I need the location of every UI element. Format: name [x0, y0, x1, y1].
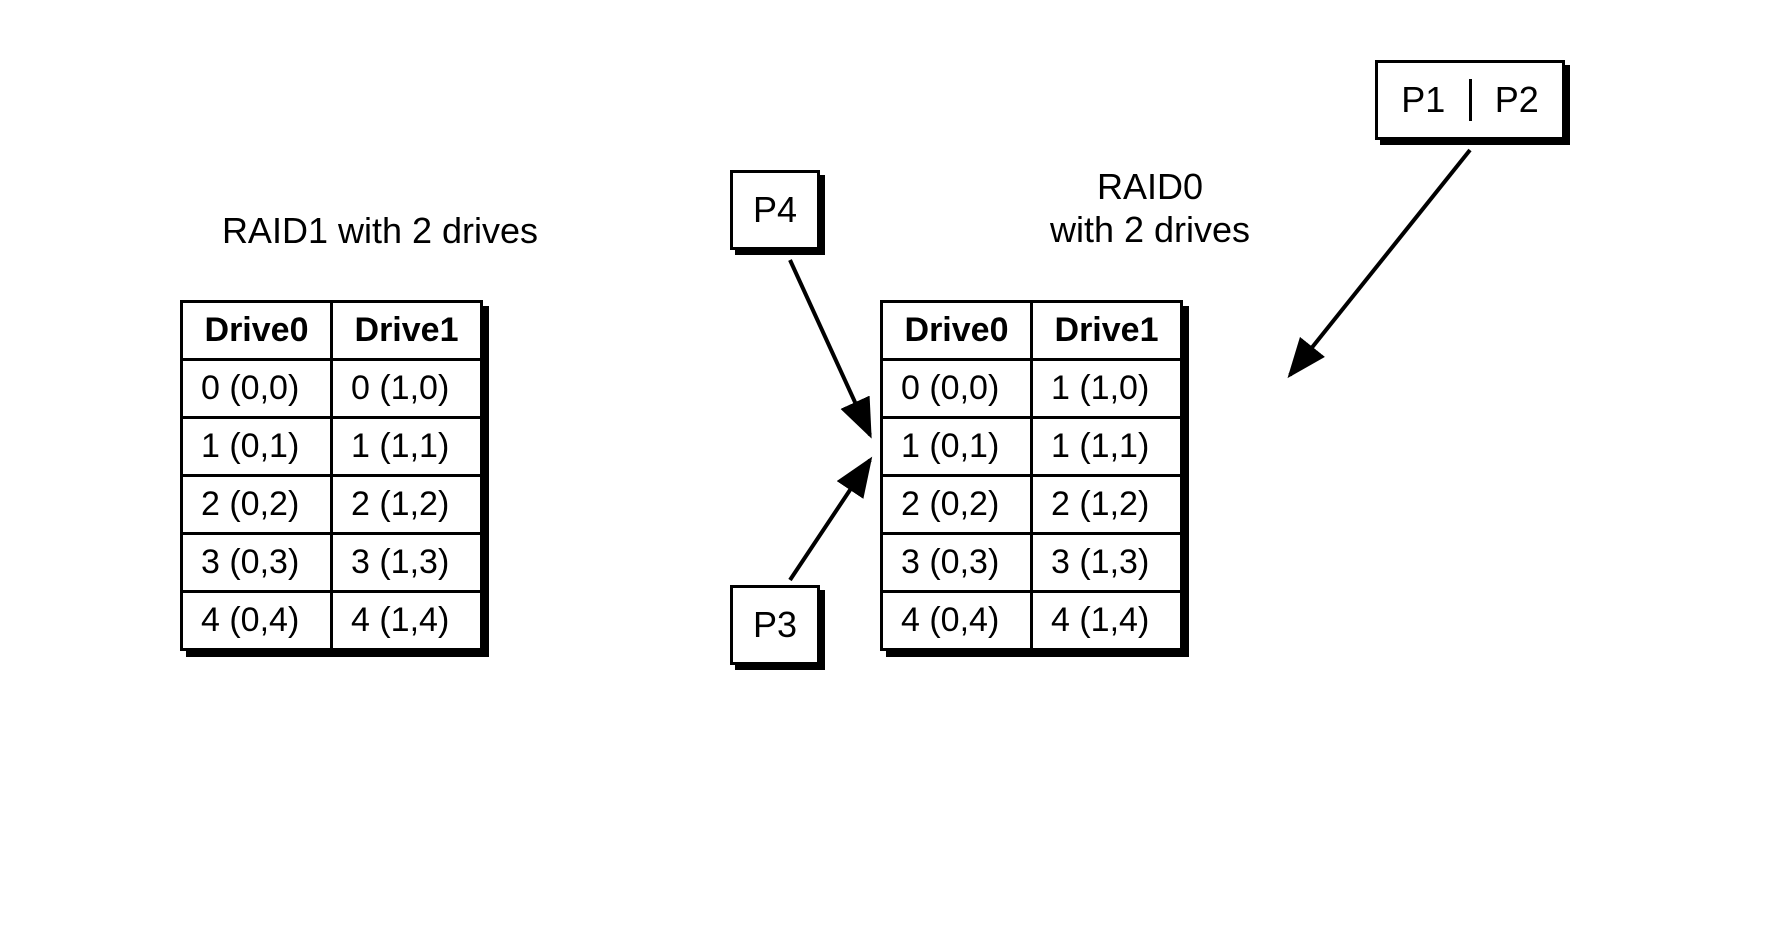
table-row: 3 (0,3) 3 (1,3)	[182, 534, 482, 592]
raid0-cell: 2 (0,2)	[882, 476, 1032, 534]
raid1-cell: 2 (0,2)	[182, 476, 332, 534]
raid0-col0-header: Drive0	[882, 302, 1032, 360]
raid1-cell: 0 (1,0)	[332, 360, 482, 418]
arrow-p3	[790, 460, 870, 580]
raid1-title: RAID1 with 2 drives	[180, 210, 580, 252]
p2-cell: P2	[1472, 79, 1563, 121]
table-row: 3 (0,3) 3 (1,3)	[882, 534, 1182, 592]
table-header-row: Drive0 Drive1	[182, 302, 482, 360]
raid0-title: RAID0 with 2 drives	[975, 165, 1325, 251]
raid0-cell: 0 (0,0)	[882, 360, 1032, 418]
raid0-cell: 3 (1,3)	[1032, 534, 1182, 592]
raid1-cell: 4 (0,4)	[182, 592, 332, 650]
raid0-cell: 3 (0,3)	[882, 534, 1032, 592]
table-row: 2 (0,2) 2 (1,2)	[882, 476, 1182, 534]
raid1-cell: 3 (1,3)	[332, 534, 482, 592]
table-row: 1 (0,1) 1 (1,1)	[882, 418, 1182, 476]
raid0-title-line2: with 2 drives	[1050, 209, 1250, 250]
raid0-cell: 1 (1,0)	[1032, 360, 1182, 418]
raid0-table-wrap: Drive0 Drive1 0 (0,0) 1 (1,0) 1 (0,1) 1 …	[880, 300, 1183, 651]
p1-cell: P1	[1378, 79, 1472, 121]
table-row: 0 (0,0) 1 (1,0)	[882, 360, 1182, 418]
raid0-cell: 1 (0,1)	[882, 418, 1032, 476]
raid0-cell: 2 (1,2)	[1032, 476, 1182, 534]
p1-p2-box: P1 P2	[1375, 60, 1565, 140]
raid0-col1-header: Drive1	[1032, 302, 1182, 360]
raid1-cell: 1 (0,1)	[182, 418, 332, 476]
table-row: 1 (0,1) 1 (1,1)	[182, 418, 482, 476]
raid1-cell: 1 (1,1)	[332, 418, 482, 476]
raid1-col0-header: Drive0	[182, 302, 332, 360]
raid0-cell: 1 (1,1)	[1032, 418, 1182, 476]
table-row: 4 (0,4) 4 (1,4)	[182, 592, 482, 650]
raid0-cell: 4 (0,4)	[882, 592, 1032, 650]
raid1-table-wrap: Drive0 Drive1 0 (0,0) 0 (1,0) 1 (0,1) 1 …	[180, 300, 483, 651]
raid1-cell: 3 (0,3)	[182, 534, 332, 592]
raid0-cell: 4 (1,4)	[1032, 592, 1182, 650]
table-row: 4 (0,4) 4 (1,4)	[882, 592, 1182, 650]
raid1-cell: 4 (1,4)	[332, 592, 482, 650]
p4-box: P4	[730, 170, 820, 250]
raid1-table: Drive0 Drive1 0 (0,0) 0 (1,0) 1 (0,1) 1 …	[180, 300, 483, 651]
raid0-table: Drive0 Drive1 0 (0,0) 1 (1,0) 1 (0,1) 1 …	[880, 300, 1183, 651]
raid0-title-line1: RAID0	[1097, 166, 1203, 207]
table-header-row: Drive0 Drive1	[882, 302, 1182, 360]
raid1-cell: 0 (0,0)	[182, 360, 332, 418]
table-row: 2 (0,2) 2 (1,2)	[182, 476, 482, 534]
p3-box: P3	[730, 585, 820, 665]
arrow-p4	[790, 260, 870, 435]
table-row: 0 (0,0) 0 (1,0)	[182, 360, 482, 418]
raid1-col1-header: Drive1	[332, 302, 482, 360]
raid1-cell: 2 (1,2)	[332, 476, 482, 534]
